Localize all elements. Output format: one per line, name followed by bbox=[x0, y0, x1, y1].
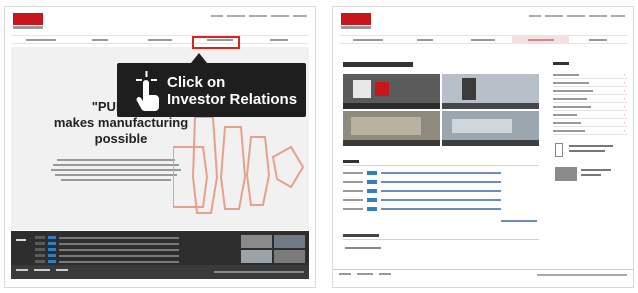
ir-tile[interactable] bbox=[442, 74, 539, 109]
nav-item[interactable] bbox=[249, 36, 309, 43]
ir-calendar-item[interactable] bbox=[345, 247, 381, 249]
nav-item[interactable] bbox=[569, 36, 627, 43]
site-footer bbox=[11, 265, 309, 279]
nav-item[interactable] bbox=[11, 36, 71, 43]
divider bbox=[343, 239, 539, 240]
top-page-screenshot: "PUNCH" makes manufacturing possible bbox=[4, 6, 316, 288]
utility-link[interactable] bbox=[611, 15, 625, 17]
news-bar bbox=[11, 231, 309, 267]
footer-link[interactable] bbox=[56, 269, 68, 271]
copyright-text bbox=[214, 271, 304, 273]
ir-page-title bbox=[343, 62, 413, 67]
side-menu-item[interactable] bbox=[553, 127, 627, 135]
banner-thumb[interactable] bbox=[274, 250, 305, 263]
callout-text-line1: Click on bbox=[167, 74, 226, 91]
global-nav bbox=[339, 35, 627, 44]
more-link[interactable] bbox=[501, 220, 537, 222]
side-menu-item[interactable] bbox=[553, 71, 627, 79]
nav-item[interactable] bbox=[397, 36, 455, 43]
banner-thumb[interactable] bbox=[241, 235, 272, 248]
divider bbox=[343, 165, 539, 166]
copyright-text bbox=[537, 274, 627, 276]
news-row[interactable] bbox=[35, 235, 179, 240]
utility-link[interactable] bbox=[529, 15, 541, 17]
investor-relations-highlight bbox=[192, 36, 240, 49]
company-name-text bbox=[341, 26, 371, 29]
company-name-text bbox=[13, 26, 43, 29]
ir-calendar-heading bbox=[343, 234, 379, 237]
banner-thumb[interactable] bbox=[241, 250, 272, 263]
footer-link[interactable] bbox=[357, 273, 373, 275]
callout-text-line2: Investor Relations bbox=[167, 91, 298, 108]
banner-thumb[interactable] bbox=[274, 235, 305, 248]
hero-description bbox=[51, 159, 181, 184]
side-menu-item[interactable] bbox=[553, 87, 627, 95]
ir-tile[interactable] bbox=[343, 111, 440, 146]
news-row[interactable] bbox=[35, 253, 179, 258]
instruction-callout: Click on Investor Relations bbox=[117, 53, 306, 117]
ir-news-row[interactable] bbox=[343, 206, 501, 211]
company-logo[interactable] bbox=[13, 13, 43, 25]
nav-item[interactable] bbox=[454, 36, 512, 43]
ir-side-menu bbox=[553, 62, 627, 185]
nav-item[interactable] bbox=[130, 36, 190, 43]
nav-item[interactable] bbox=[71, 36, 131, 43]
news-row[interactable] bbox=[35, 247, 179, 252]
side-banner[interactable] bbox=[553, 141, 627, 161]
news-row[interactable] bbox=[35, 259, 179, 264]
footer-link[interactable] bbox=[379, 273, 391, 275]
ir-news-row[interactable] bbox=[343, 179, 501, 184]
ir-tile[interactable] bbox=[343, 74, 440, 109]
nav-item-investor-relations[interactable] bbox=[511, 36, 570, 43]
ir-news-row[interactable] bbox=[343, 197, 501, 202]
ir-news-row[interactable] bbox=[343, 170, 501, 175]
ir-tile[interactable] bbox=[442, 111, 539, 146]
ir-feature-grid bbox=[343, 74, 539, 146]
side-menu-heading bbox=[553, 62, 569, 65]
side-menu-item[interactable] bbox=[553, 119, 627, 127]
banner-thumbnails bbox=[241, 235, 305, 263]
punch-tool-outline-art bbox=[173, 117, 305, 214]
company-logo[interactable] bbox=[341, 13, 371, 25]
global-nav bbox=[11, 35, 309, 44]
site-header bbox=[5, 7, 315, 33]
site-header bbox=[333, 7, 633, 33]
tap-hand-icon bbox=[136, 71, 159, 111]
news-row[interactable] bbox=[35, 241, 179, 246]
site-footer bbox=[333, 269, 633, 279]
news-label bbox=[16, 237, 26, 242]
side-banner[interactable] bbox=[553, 165, 627, 185]
utility-link[interactable] bbox=[589, 15, 607, 17]
side-menu-item[interactable] bbox=[553, 111, 627, 119]
utility-link[interactable] bbox=[567, 15, 585, 17]
footer-link[interactable] bbox=[16, 269, 28, 271]
footer-link[interactable] bbox=[34, 269, 50, 271]
side-menu-item[interactable] bbox=[553, 95, 627, 103]
utility-link[interactable] bbox=[545, 15, 563, 17]
news-section-heading bbox=[343, 160, 359, 163]
ir-news-row[interactable] bbox=[343, 188, 501, 193]
side-menu-item[interactable] bbox=[553, 103, 627, 111]
investor-relations-page-screenshot bbox=[332, 6, 634, 288]
side-menu-item[interactable] bbox=[553, 79, 627, 87]
footer-link[interactable] bbox=[339, 273, 351, 275]
nav-item[interactable] bbox=[339, 36, 397, 43]
